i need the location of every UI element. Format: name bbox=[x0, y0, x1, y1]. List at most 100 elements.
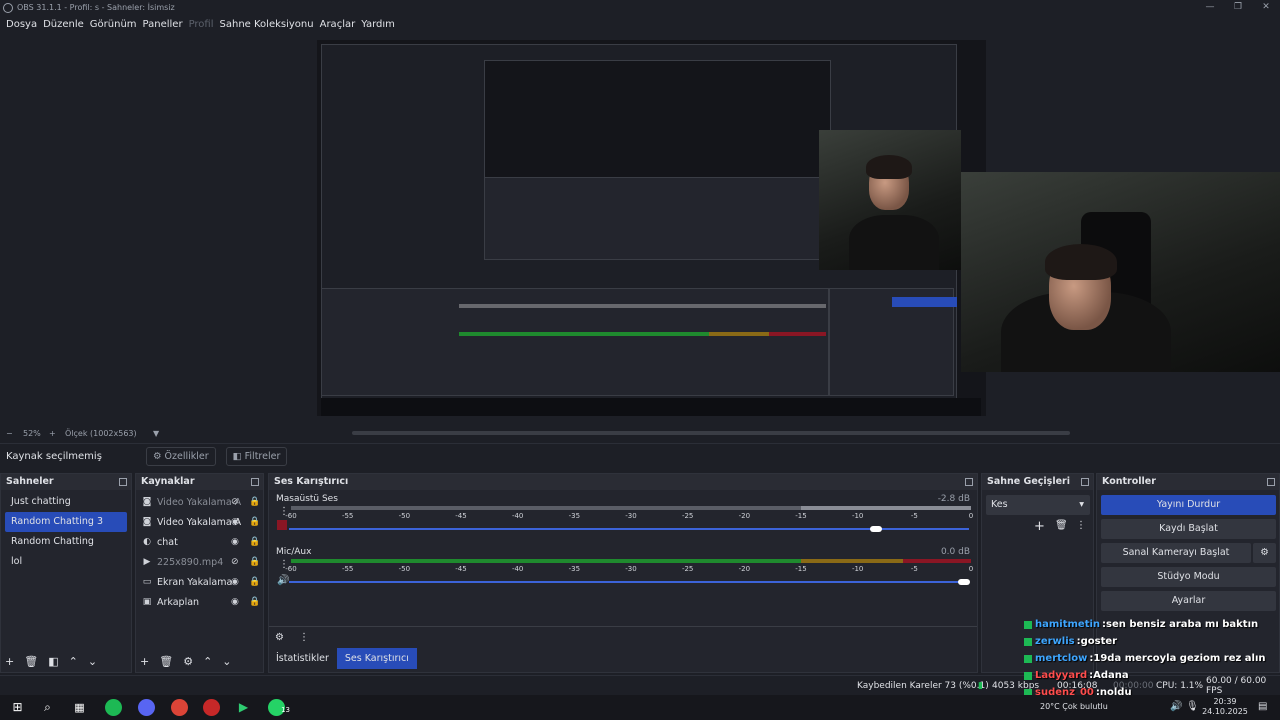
scene-item[interactable]: Random Chatting 3 bbox=[5, 512, 127, 532]
move-down-icon[interactable]: ⌄ bbox=[222, 655, 231, 668]
meter-tick-label: -25 bbox=[681, 512, 694, 520]
search-icon[interactable]: ⌕ bbox=[39, 699, 56, 716]
lock-icon[interactable]: 🔒 bbox=[249, 577, 260, 587]
chrome-icon[interactable] bbox=[171, 699, 188, 716]
scene-item[interactable]: lol bbox=[5, 552, 127, 572]
volume-slider[interactable] bbox=[289, 528, 969, 530]
undock-icon[interactable] bbox=[1081, 478, 1089, 486]
source-label: Arkaplan bbox=[157, 596, 200, 608]
source-item[interactable]: ◙ Video Yakalama A ◉ 🔒 bbox=[136, 512, 263, 532]
meter-tick-label: -5 bbox=[910, 565, 918, 573]
menu-yardim[interactable]: Yardım bbox=[361, 19, 395, 30]
close-button[interactable]: ✕ bbox=[1252, 0, 1280, 15]
platform-badge-icon bbox=[1024, 620, 1032, 629]
eye-hidden-icon[interactable]: ⊘ bbox=[231, 557, 239, 567]
volume-tray-icon[interactable]: 🔊 bbox=[1170, 701, 1182, 712]
mixer-settings-icon[interactable]: ⚙ bbox=[275, 632, 284, 643]
gear-icon: ⚙ bbox=[1260, 547, 1269, 558]
transition-select[interactable]: Kes ▾ bbox=[986, 495, 1090, 515]
volume-knob[interactable] bbox=[958, 579, 971, 585]
volume-slider[interactable] bbox=[289, 581, 969, 583]
menu-araclar[interactable]: Araçlar bbox=[320, 19, 356, 30]
lock-icon[interactable]: 🔒 bbox=[249, 537, 260, 547]
eye-icon[interactable]: ◉ bbox=[231, 597, 239, 607]
mixer-menu-icon[interactable]: ⋮ bbox=[299, 632, 309, 643]
source-item[interactable]: ▭ Ekran Yakalama ◉ 🔒 bbox=[136, 572, 263, 592]
eye-hidden-icon[interactable]: ⊘ bbox=[231, 497, 239, 507]
source-item[interactable]: ▣ Arkaplan ◉ 🔒 bbox=[136, 592, 263, 612]
menu-sahne-koleksiyonu[interactable]: Sahne Koleksiyonu bbox=[220, 19, 314, 30]
filters-button[interactable]: ◧ Filtreler bbox=[225, 447, 288, 466]
menu-duzenle[interactable]: Düzenle bbox=[43, 19, 84, 30]
scene-filters-icon[interactable]: ◧ bbox=[48, 655, 58, 668]
volume-knob[interactable] bbox=[869, 526, 882, 532]
minimize-button[interactable]: — bbox=[1196, 0, 1224, 15]
preview-screen-capture bbox=[317, 40, 986, 416]
opera-icon[interactable] bbox=[203, 699, 220, 716]
lock-icon[interactable]: 🔒 bbox=[249, 597, 260, 607]
properties-label: Özellikler bbox=[164, 451, 209, 462]
move-down-icon[interactable]: ⌄ bbox=[88, 655, 97, 668]
properties-button[interactable]: ⚙ Özellikler bbox=[146, 447, 216, 466]
speaker-icon[interactable]: 🔊 bbox=[277, 575, 289, 586]
zoom-out-button[interactable]: − bbox=[6, 429, 13, 438]
mic-tray-icon[interactable]: 🎙 bbox=[1186, 701, 1199, 712]
scale-dropdown-icon[interactable]: ▼ bbox=[153, 429, 159, 438]
virtual-camera-settings-button[interactable]: ⚙ bbox=[1253, 543, 1276, 563]
transition-menu-icon[interactable]: ⋮ bbox=[1076, 520, 1086, 531]
menu-paneller[interactable]: Paneller bbox=[143, 19, 183, 30]
scene-item[interactable]: Random Chatting bbox=[5, 532, 127, 552]
chat-text: Adana bbox=[1093, 670, 1129, 681]
source-item[interactable]: ▶ 225x890.mp4 ⊘ 🔒 bbox=[136, 552, 263, 572]
meter-tick-label: -5 bbox=[910, 512, 918, 520]
notification-icon[interactable]: ▤ bbox=[1258, 701, 1267, 712]
game-launcher-icon[interactable]: ▶ bbox=[235, 699, 252, 716]
spotify-icon[interactable] bbox=[105, 699, 122, 716]
maximize-button[interactable]: ❐ bbox=[1224, 0, 1252, 15]
scene-item[interactable]: Just chatting bbox=[5, 492, 127, 512]
move-up-icon[interactable]: ⌃ bbox=[203, 655, 212, 668]
eye-icon[interactable]: ◉ bbox=[231, 537, 239, 547]
meter-tick-label: -40 bbox=[511, 512, 524, 520]
menu-gorunum[interactable]: Görünüm bbox=[90, 19, 137, 30]
source-item[interactable]: ◐ chat ◉ 🔒 bbox=[136, 532, 263, 552]
source-properties-icon[interactable]: ⚙ bbox=[183, 655, 193, 668]
task-view-icon[interactable]: ▦ bbox=[71, 699, 88, 716]
controls-title: Kontroller bbox=[1102, 476, 1156, 487]
eye-icon[interactable]: ◉ bbox=[231, 517, 239, 527]
lock-icon[interactable]: 🔒 bbox=[249, 557, 260, 567]
stop-stream-button[interactable]: Yayını Durdur bbox=[1101, 495, 1276, 515]
add-scene-icon[interactable]: + bbox=[5, 655, 14, 668]
lock-icon[interactable]: 🔒 bbox=[249, 517, 260, 527]
remove-transition-icon[interactable]: 🗑 bbox=[1055, 520, 1068, 531]
eye-icon[interactable]: ◉ bbox=[231, 577, 239, 587]
whatsapp-icon[interactable]: 13 bbox=[268, 699, 290, 716]
settings-button[interactable]: Ayarlar bbox=[1101, 591, 1276, 611]
tab-audio-mixer[interactable]: Ses Karıştırıcı bbox=[336, 648, 417, 669]
globe-icon: ◐ bbox=[143, 537, 151, 547]
undock-icon[interactable] bbox=[1267, 478, 1275, 486]
menu-bar: Dosya Düzenle Görünüm Paneller Profil Sa… bbox=[0, 15, 1280, 33]
windows-start-icon[interactable]: ⊞ bbox=[9, 699, 26, 716]
lock-icon[interactable]: 🔒 bbox=[249, 497, 260, 507]
add-source-icon[interactable]: + bbox=[140, 655, 149, 668]
undock-icon[interactable] bbox=[251, 478, 259, 486]
remove-source-icon[interactable]: 🗑 bbox=[159, 655, 173, 668]
add-transition-icon[interactable]: + bbox=[1034, 519, 1045, 534]
preview-horizontal-scrollbar[interactable] bbox=[352, 431, 1070, 435]
tab-stats[interactable]: İstatistikler bbox=[268, 648, 337, 669]
start-recording-button[interactable]: Kaydı Başlat bbox=[1101, 519, 1276, 539]
start-virtual-camera-button[interactable]: Sanal Kamerayı Başlat bbox=[1101, 543, 1251, 563]
mute-icon[interactable] bbox=[277, 520, 287, 530]
zoom-in-button[interactable]: + bbox=[49, 429, 56, 438]
undock-icon[interactable] bbox=[965, 478, 973, 486]
meter-tick-label: -45 bbox=[455, 565, 467, 573]
remove-scene-icon[interactable]: 🗑 bbox=[24, 655, 38, 668]
move-up-icon[interactable]: ⌃ bbox=[69, 655, 78, 668]
source-item[interactable]: ◙ Video Yakalama A ⊘ 🔒 bbox=[136, 492, 263, 512]
menu-dosya[interactable]: Dosya bbox=[6, 19, 37, 30]
menu-profil[interactable]: Profil bbox=[189, 19, 214, 30]
undock-icon[interactable] bbox=[119, 478, 127, 486]
discord-icon[interactable] bbox=[138, 699, 155, 716]
studio-mode-button[interactable]: Stüdyo Modu bbox=[1101, 567, 1276, 587]
